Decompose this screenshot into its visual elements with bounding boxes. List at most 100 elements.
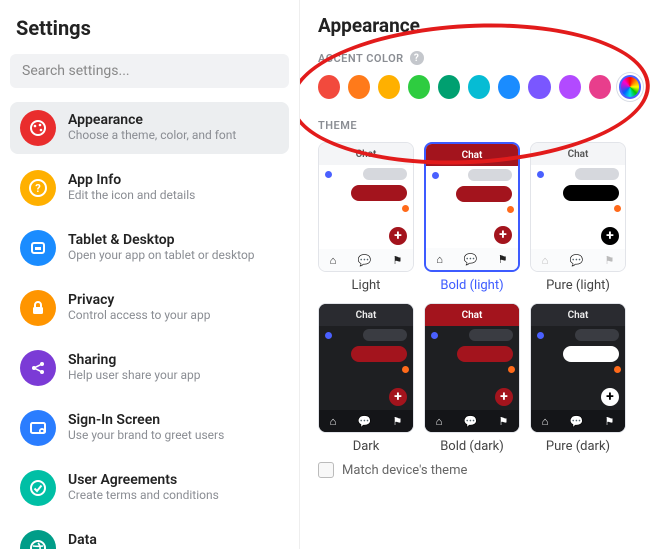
home-icon: ⌂ [542, 254, 549, 267]
theme-option-bold-light-[interactable]: Chat + ⌂ 💬 ⚑ Bold (light) [424, 142, 520, 293]
sidebar-item-title: Sign-In Screen [68, 412, 224, 428]
theme-option-pure-dark-[interactable]: Chat + ⌂ 💬 ⚑ Pure (dark) [530, 303, 626, 454]
sidebar-item-title: Tablet & Desktop [68, 232, 255, 248]
theme-option-pure-light-[interactable]: Chat + ⌂ 💬 ⚑ Pure (light) [530, 142, 626, 293]
plus-icon: + [389, 388, 407, 406]
accent-swatch[interactable] [438, 75, 460, 99]
sidebar-item-privacy[interactable]: PrivacyControl access to your app [10, 282, 289, 334]
theme-option-bold-dark-[interactable]: Chat + ⌂ 💬 ⚑ Bold (dark) [424, 303, 520, 454]
palette-icon [20, 110, 56, 146]
accent-swatch[interactable] [559, 75, 581, 99]
sidebar-item-subtitle: Control access to your app [68, 308, 210, 324]
check-icon [20, 470, 56, 506]
theme-preview-header: Chat [426, 144, 518, 166]
home-icon: ⌂ [436, 415, 443, 428]
home-icon: ⌂ [436, 253, 443, 266]
theme-option-light[interactable]: Chat + ⌂ 💬 ⚑ Light [318, 142, 414, 293]
theme-preview-footer: ⌂ 💬 ⚑ [531, 249, 625, 271]
flag-icon: ⚑ [498, 415, 508, 428]
theme-preview-footer: ⌂ 💬 ⚑ [319, 249, 413, 271]
sidebar-item-title: Appearance [68, 112, 236, 128]
sidebar-item-user-agreements[interactable]: User AgreementsCreate terms and conditio… [10, 462, 289, 514]
sidebar-item-subtitle: Choose a theme, color, and font [68, 128, 236, 144]
sidebar-title: Settings [10, 16, 289, 40]
accent-swatch[interactable] [468, 75, 490, 99]
sidebar-item-title: Privacy [68, 292, 210, 308]
plus-icon: + [494, 226, 512, 244]
tablet-icon [20, 230, 56, 266]
accent-swatch[interactable] [378, 75, 400, 99]
theme-caption: Bold (light) [440, 278, 503, 293]
sidebar-item-data[interactable]: DataManage data source and refresh [10, 522, 289, 549]
accent-swatch[interactable] [619, 75, 641, 99]
page-title: Appearance [318, 14, 641, 37]
theme-option-dark[interactable]: Chat + ⌂ 💬 ⚑ Dark [318, 303, 414, 454]
sidebar-list: AppearanceChoose a theme, color, and fon… [10, 102, 289, 549]
theme-preview-header: Chat [319, 143, 413, 165]
help-icon[interactable]: ? [410, 51, 424, 65]
theme-caption: Bold (dark) [440, 439, 504, 454]
sidebar-item-subtitle: Open your app on tablet or desktop [68, 248, 255, 264]
match-device-checkbox[interactable] [318, 462, 334, 478]
plus-icon: + [601, 388, 619, 406]
signin-icon [20, 410, 56, 446]
theme-preview-footer: ⌂ 💬 ⚑ [425, 410, 519, 432]
home-icon: ⌂ [330, 415, 337, 428]
theme-preview-header: Chat [319, 304, 413, 326]
chat-icon: 💬 [464, 415, 478, 428]
flag-icon: ⚑ [604, 415, 614, 428]
accent-swatch[interactable] [589, 75, 611, 99]
sidebar-item-app-info[interactable]: ?App InfoEdit the icon and details [10, 162, 289, 214]
flag-icon: ⚑ [392, 415, 402, 428]
lock-icon [20, 290, 56, 326]
flag-icon: ⚑ [604, 254, 614, 267]
data-icon [20, 530, 56, 549]
home-icon: ⌂ [330, 254, 337, 267]
accent-color-label: ACCENT COLOR ? [318, 51, 641, 65]
share-icon [20, 350, 56, 386]
sidebar-item-subtitle: Help user share your app [68, 368, 201, 384]
sidebar-item-title: App Info [68, 172, 195, 188]
plus-icon: + [601, 227, 619, 245]
accent-swatch[interactable] [498, 75, 520, 99]
home-icon: ⌂ [542, 415, 549, 428]
chat-icon: 💬 [358, 254, 372, 267]
flag-icon: ⚑ [392, 254, 402, 267]
accent-swatch[interactable] [408, 75, 430, 99]
theme-caption: Dark [353, 439, 380, 454]
theme-caption: Pure (dark) [546, 439, 610, 454]
theme-preview-footer: ⌂ 💬 ⚑ [531, 410, 625, 432]
accent-color-row [318, 75, 641, 99]
theme-label: THEME [318, 119, 641, 132]
theme-grid: Chat + ⌂ 💬 ⚑ Light Chat + ⌂ 💬 ⚑ Bold (light) Chat + ⌂ 💬… [318, 142, 641, 454]
search-input[interactable] [10, 54, 289, 88]
sidebar-item-appearance[interactable]: AppearanceChoose a theme, color, and fon… [10, 102, 289, 154]
chat-icon: 💬 [358, 415, 372, 428]
theme-preview-footer: ⌂ 💬 ⚑ [319, 410, 413, 432]
sidebar-item-title: User Agreements [68, 472, 219, 488]
sidebar-item-subtitle: Use your brand to greet users [68, 428, 224, 444]
svg-text:?: ? [35, 182, 41, 195]
plus-icon: + [389, 227, 407, 245]
sidebar-item-sharing[interactable]: SharingHelp user share your app [10, 342, 289, 394]
accent-swatch[interactable] [528, 75, 550, 99]
chat-icon: 💬 [464, 253, 478, 266]
accent-swatch[interactable] [318, 75, 340, 99]
sidebar-item-title: Sharing [68, 352, 201, 368]
flag-icon: ⚑ [498, 253, 508, 266]
sidebar-item-subtitle: Create terms and conditions [68, 488, 219, 504]
appearance-panel: Appearance ACCENT COLOR ? THEME Chat + ⌂ 💬 ⚑… [300, 0, 659, 549]
chat-icon: 💬 [570, 415, 584, 428]
theme-preview-header: Chat [531, 304, 625, 326]
theme-preview-header: Chat [531, 143, 625, 165]
theme-preview-header: Chat [425, 304, 519, 326]
chat-icon: 💬 [570, 254, 584, 267]
theme-caption: Light [352, 278, 381, 293]
plus-icon: + [495, 388, 513, 406]
accent-swatch[interactable] [348, 75, 370, 99]
sidebar-item-sign-in-screen[interactable]: Sign-In ScreenUse your brand to greet us… [10, 402, 289, 454]
sidebar-item-title: Data [68, 532, 241, 548]
theme-caption: Pure (light) [546, 278, 610, 293]
match-device-row[interactable]: Match device's theme [318, 462, 641, 478]
sidebar-item-tablet-desktop[interactable]: Tablet & DesktopOpen your app on tablet … [10, 222, 289, 274]
